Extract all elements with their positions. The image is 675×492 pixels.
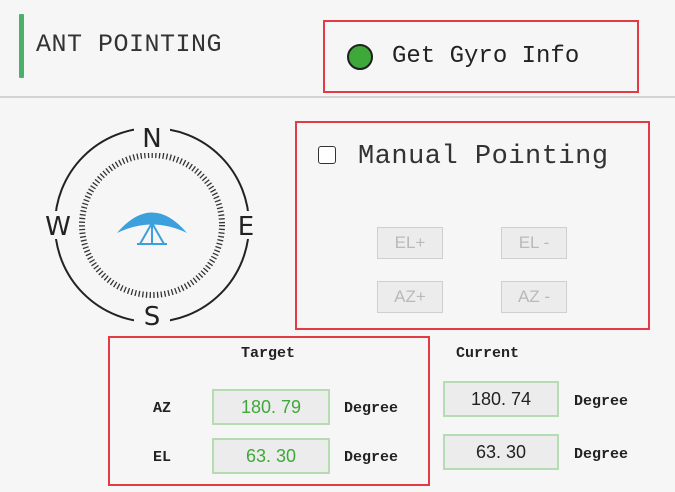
get-gyro-info-label: Get Gyro Info: [392, 43, 580, 70]
manual-pointing-checkbox[interactable]: [318, 146, 336, 164]
section-accent-bar: [19, 14, 24, 78]
compass-north-label: N: [142, 124, 161, 154]
current-el-field: 63. 30: [443, 434, 559, 470]
el-row-label: EL: [153, 449, 172, 466]
manual-pointing-label[interactable]: Manual Pointing: [358, 142, 609, 172]
gyro-status-indicator-icon: [347, 43, 373, 70]
target-az-field[interactable]: 180. 79: [212, 389, 330, 425]
header-divider: [0, 96, 675, 98]
el-minus-button[interactable]: EL -: [501, 227, 567, 259]
el-plus-button[interactable]: EL+: [377, 227, 443, 259]
target-el-unit: Degree: [344, 449, 399, 466]
get-gyro-info-button[interactable]: Get Gyro Info: [323, 20, 639, 93]
current-el-unit: Degree: [574, 446, 629, 463]
target-el-field[interactable]: 63. 30: [212, 438, 330, 474]
az-minus-button[interactable]: AZ -: [501, 281, 567, 313]
current-column-header: Current: [456, 345, 520, 362]
compass-south-label: S: [144, 302, 161, 330]
current-az-field: 180. 74: [443, 381, 559, 417]
antenna-dish-icon: [117, 212, 187, 245]
section-title: ANT POINTING: [36, 30, 223, 59]
az-plus-button[interactable]: AZ+: [377, 281, 443, 313]
target-column-header: Target: [241, 345, 296, 362]
target-az-unit: Degree: [344, 400, 399, 417]
compass-widget: N S W E: [38, 124, 262, 330]
current-az-unit: Degree: [574, 393, 629, 410]
compass-east-label: E: [238, 212, 254, 242]
compass-west-label: W: [45, 212, 71, 242]
az-row-label: AZ: [153, 400, 172, 417]
